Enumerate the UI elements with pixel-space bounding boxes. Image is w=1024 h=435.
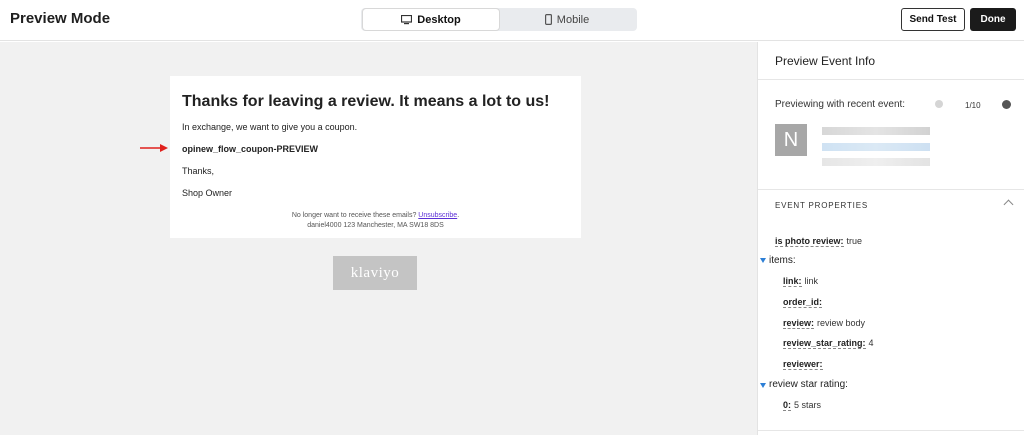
divider — [758, 189, 1024, 190]
expand-triangle-icon[interactable] — [760, 383, 766, 388]
redacted-name — [822, 127, 930, 135]
panel-title: Preview Event Info — [775, 54, 876, 68]
prop-zero: 0: 5 stars — [783, 400, 822, 411]
prop-link: link: link — [783, 276, 819, 287]
prop-key: order_id: — [783, 297, 823, 308]
prop-value: true — [846, 236, 863, 246]
divider — [758, 430, 1024, 431]
prop-key: link: — [783, 276, 802, 287]
avatar: N — [775, 124, 807, 156]
page-title: Preview Mode — [10, 10, 111, 27]
email-body: Thanks for leaving a review. It means a … — [140, 76, 581, 238]
email-heading: Thanks for leaving a review. It means a … — [182, 93, 550, 110]
prop-group-key: review star rating: — [769, 379, 848, 390]
footer-address: daniel4000 123 Manchester, MA SW18 8DS — [307, 222, 444, 229]
view-mode-toggle: Desktop Mobile — [361, 8, 637, 31]
phone-icon — [544, 14, 552, 25]
expand-triangle-icon[interactable] — [760, 258, 766, 263]
event-pager-count: 1/10 — [965, 101, 981, 110]
email-preview-canvas: Thanks for leaving a review. It means a … — [0, 42, 757, 435]
top-bar: Preview Mode Desktop Mobile Send Test Do… — [0, 0, 1024, 41]
footer-text: No longer want to receive these emails? — [291, 212, 417, 219]
prop-is-photo-review: is photo review: true — [775, 236, 863, 247]
tab-mobile[interactable]: Mobile — [499, 9, 635, 30]
send-test-button[interactable]: Send Test — [901, 8, 965, 31]
email-thanks: Thanks, — [182, 166, 215, 176]
recent-event-label: Previewing with recent event: — [775, 99, 906, 110]
prop-group-key: items: — [769, 255, 796, 266]
prop-value: 4 — [868, 338, 874, 348]
email-signature: Shop Owner — [182, 188, 233, 198]
prop-key: is photo review: — [775, 236, 844, 247]
prop-reviewer: reviewer: — [783, 359, 823, 370]
footer-period: . — [457, 212, 460, 219]
tab-desktop-label: Desktop — [417, 13, 461, 26]
klaviyo-logo: klaviyo — [333, 256, 417, 290]
prop-review-star-rating-group: review star rating: — [769, 379, 848, 390]
prop-review: review: review body — [783, 318, 866, 329]
tab-mobile-label: Mobile — [556, 13, 590, 26]
coupon-code: opinew_flow_coupon-PREVIEW — [182, 144, 319, 154]
tab-desktop[interactable]: Desktop — [363, 9, 499, 30]
prev-event-icon[interactable] — [935, 100, 943, 108]
prop-value: review body — [817, 318, 866, 328]
redacted-detail — [822, 158, 930, 166]
prop-key: review_star_rating: — [783, 338, 866, 349]
unsubscribe-link[interactable]: Unsubscribe — [418, 212, 457, 219]
avatar-letter: N — [783, 128, 799, 151]
preview-event-panel: Preview Event Info Previewing with recen… — [757, 42, 1024, 435]
prop-key: 0: — [783, 400, 792, 411]
prop-review-star-rating: review_star_rating: 4 — [783, 338, 874, 349]
prop-key: review: — [783, 318, 815, 329]
email-footer: No longer want to receive these emails? … — [170, 212, 581, 219]
done-button[interactable]: Done — [970, 8, 1016, 31]
prop-key: reviewer: — [783, 359, 823, 370]
prop-value: link — [804, 276, 819, 286]
klaviyo-logo-text: klaviyo — [350, 264, 400, 281]
event-properties-header: EVENT PROPERTIES — [775, 201, 868, 210]
next-event-icon[interactable] — [1002, 100, 1011, 109]
monitor-icon — [401, 14, 413, 24]
redacted-email — [822, 143, 930, 151]
chevron-up-icon[interactable] — [1003, 199, 1014, 210]
prop-order-id: order_id: — [783, 297, 823, 308]
prop-value: 5 stars — [794, 400, 822, 410]
red-arrow-icon — [140, 144, 168, 152]
divider — [758, 79, 1024, 80]
prop-items: items: — [769, 255, 796, 266]
email-intro-text: In exchange, we want to give you a coupo… — [182, 122, 358, 132]
